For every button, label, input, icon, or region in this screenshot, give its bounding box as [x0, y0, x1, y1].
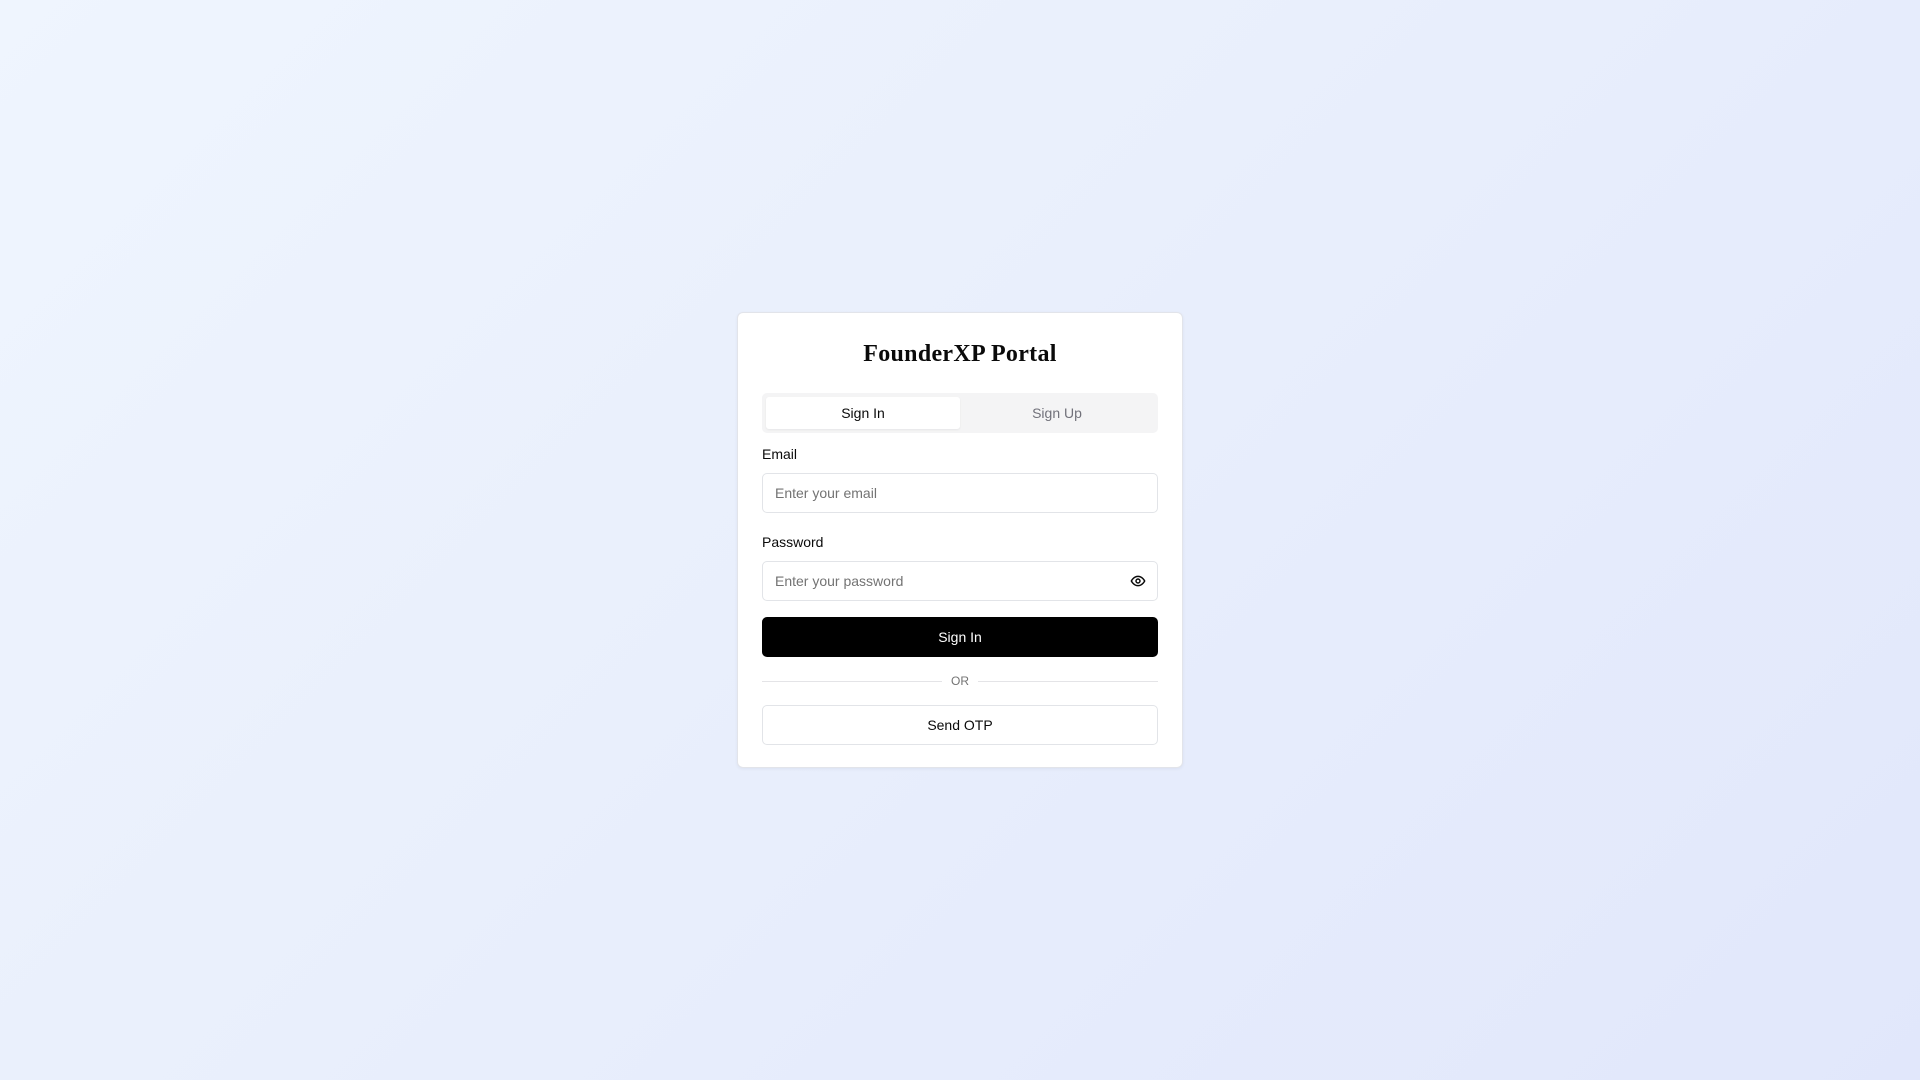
password-field-wrapper — [762, 561, 1158, 601]
page-title: FounderXP Portal — [863, 341, 1057, 367]
email-label: Email — [762, 446, 798, 462]
email-field[interactable] — [762, 473, 1158, 513]
tab-sign-in[interactable]: Sign In — [766, 397, 960, 429]
divider-line-left — [762, 680, 942, 682]
auth-card: FounderXP Portal Sign In Sign Up Email P… — [737, 312, 1183, 768]
password-label: Password — [762, 534, 824, 550]
send-otp-button[interactable]: Send OTP — [762, 705, 1158, 745]
password-field[interactable] — [762, 561, 1158, 601]
or-divider: OR — [762, 669, 1158, 693]
eye-icon[interactable] — [1128, 571, 1148, 591]
sign-in-button[interactable]: Sign In — [762, 617, 1158, 657]
email-field-wrapper — [762, 473, 1158, 513]
divider-text: OR — [951, 674, 969, 688]
auth-tabs: Sign In Sign Up — [762, 393, 1158, 433]
divider-line-right — [978, 680, 1158, 682]
tab-sign-up[interactable]: Sign Up — [960, 397, 1154, 429]
